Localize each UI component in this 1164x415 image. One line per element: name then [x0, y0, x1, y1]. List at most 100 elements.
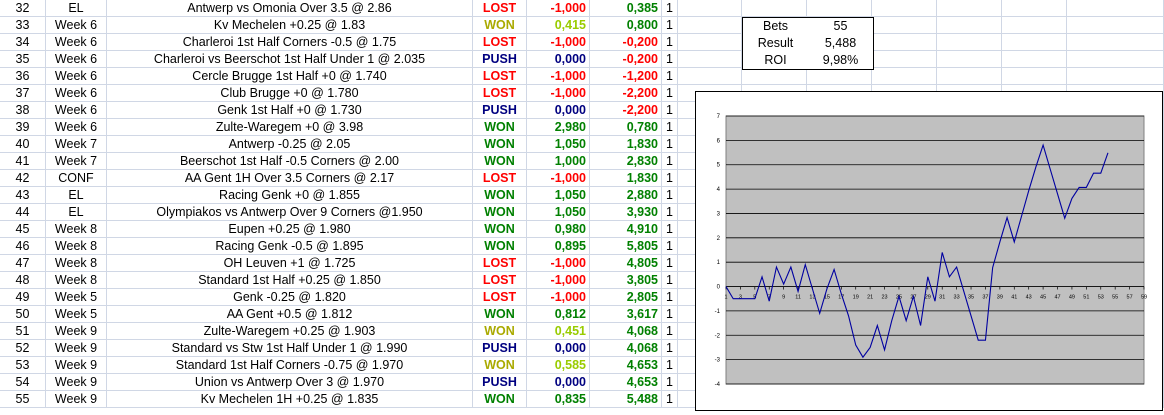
cell-comp[interactable]: EL: [46, 0, 107, 17]
cell-total[interactable]: 0,780: [590, 119, 662, 136]
cell-total[interactable]: -2,200: [590, 102, 662, 119]
cell-stake[interactable]: 1: [662, 340, 678, 357]
empty-cell[interactable]: [678, 0, 742, 17]
empty-cell[interactable]: [678, 17, 742, 34]
cell-stake[interactable]: 1: [662, 374, 678, 391]
cell-profit[interactable]: -1,000: [527, 289, 590, 306]
cell-stake[interactable]: 1: [662, 102, 678, 119]
cell-bet[interactable]: Zulte-Waregem +0.25 @ 1.903: [107, 323, 473, 340]
cell-profit[interactable]: 0,895: [527, 238, 590, 255]
cell-bet[interactable]: Genk -0.25 @ 1.820: [107, 289, 473, 306]
cell-res[interactable]: LOST: [473, 34, 527, 51]
cell-total[interactable]: 3,617: [590, 306, 662, 323]
cell-bet[interactable]: Beerschot 1st Half -0.5 Corners @ 2.00: [107, 153, 473, 170]
cell-total[interactable]: 5,488: [590, 391, 662, 408]
cell-comp[interactable]: Week 9: [46, 357, 107, 374]
cell-profit[interactable]: -1,000: [527, 255, 590, 272]
cell-total[interactable]: 4,653: [590, 374, 662, 391]
cell-bet[interactable]: AA Gent +0.5 @ 1.812: [107, 306, 473, 323]
cell-comp[interactable]: Week 8: [46, 272, 107, 289]
cell-profit[interactable]: 0,980: [527, 221, 590, 238]
cell-stake[interactable]: 1: [662, 153, 678, 170]
cell-profit[interactable]: 0,000: [527, 374, 590, 391]
cell-profit[interactable]: 1,050: [527, 187, 590, 204]
cell-comp[interactable]: Week 6: [46, 17, 107, 34]
empty-cell[interactable]: [1067, 51, 1164, 68]
empty-cell[interactable]: [937, 68, 1002, 85]
cell-profit[interactable]: 0,585: [527, 357, 590, 374]
cell-comp[interactable]: Week 6: [46, 85, 107, 102]
cell-profit[interactable]: -1,000: [527, 272, 590, 289]
cell-res[interactable]: WON: [473, 221, 527, 238]
cell-comp[interactable]: Week 9: [46, 340, 107, 357]
cell-n[interactable]: 35: [0, 51, 46, 68]
cell-n[interactable]: 50: [0, 306, 46, 323]
cell-total[interactable]: 5,805: [590, 238, 662, 255]
cell-n[interactable]: 37: [0, 85, 46, 102]
cell-comp[interactable]: Week 5: [46, 289, 107, 306]
cell-stake[interactable]: 1: [662, 17, 678, 34]
cell-total[interactable]: 4,910: [590, 221, 662, 238]
cell-comp[interactable]: EL: [46, 204, 107, 221]
cell-profit[interactable]: -1,000: [527, 0, 590, 17]
cell-total[interactable]: -2,200: [590, 85, 662, 102]
cell-total[interactable]: 1,830: [590, 136, 662, 153]
empty-cell[interactable]: [1067, 0, 1164, 17]
cell-total[interactable]: 1,830: [590, 170, 662, 187]
cell-stake[interactable]: 1: [662, 357, 678, 374]
cell-res[interactable]: WON: [473, 357, 527, 374]
cell-n[interactable]: 42: [0, 170, 46, 187]
cell-total[interactable]: -1,200: [590, 68, 662, 85]
cell-comp[interactable]: Week 6: [46, 102, 107, 119]
cell-res[interactable]: WON: [473, 204, 527, 221]
cell-comp[interactable]: Week 9: [46, 391, 107, 408]
empty-cell[interactable]: [1067, 34, 1164, 51]
cell-comp[interactable]: Week 8: [46, 238, 107, 255]
empty-cell[interactable]: [742, 68, 807, 85]
cell-res[interactable]: WON: [473, 136, 527, 153]
empty-cell[interactable]: [678, 34, 742, 51]
cell-comp[interactable]: EL: [46, 187, 107, 204]
cell-res[interactable]: PUSH: [473, 340, 527, 357]
cell-n[interactable]: 32: [0, 0, 46, 17]
cell-stake[interactable]: 1: [662, 51, 678, 68]
cell-n[interactable]: 36: [0, 68, 46, 85]
cell-res[interactable]: WON: [473, 391, 527, 408]
empty-cell[interactable]: [1002, 34, 1067, 51]
result-label[interactable]: Result: [743, 35, 808, 52]
cell-comp[interactable]: Week 9: [46, 323, 107, 340]
cell-bet[interactable]: Cercle Brugge 1st Half +0 @ 1.740: [107, 68, 473, 85]
cell-profit[interactable]: 0,415: [527, 17, 590, 34]
cell-stake[interactable]: 1: [662, 306, 678, 323]
cell-profit[interactable]: -1,000: [527, 85, 590, 102]
empty-cell[interactable]: [872, 34, 937, 51]
cell-profit[interactable]: 0,000: [527, 51, 590, 68]
cell-stake[interactable]: 1: [662, 0, 678, 17]
cell-bet[interactable]: Charleroi 1st Half Corners -0.5 @ 1.75: [107, 34, 473, 51]
cell-profit[interactable]: 0,000: [527, 102, 590, 119]
empty-cell[interactable]: [678, 68, 742, 85]
cell-res[interactable]: WON: [473, 187, 527, 204]
cell-stake[interactable]: 1: [662, 221, 678, 238]
cell-stake[interactable]: 1: [662, 204, 678, 221]
roi-value[interactable]: 9,98%: [808, 52, 873, 69]
cell-n[interactable]: 44: [0, 204, 46, 221]
cell-stake[interactable]: 1: [662, 238, 678, 255]
cell-n[interactable]: 43: [0, 187, 46, 204]
cell-n[interactable]: 39: [0, 119, 46, 136]
cell-bet[interactable]: Antwerp -0.25 @ 2.05: [107, 136, 473, 153]
cell-bet[interactable]: OH Leuven +1 @ 1.725: [107, 255, 473, 272]
cell-bet[interactable]: Standard vs Stw 1st Half Under 1 @ 1.990: [107, 340, 473, 357]
cell-total[interactable]: 2,805: [590, 289, 662, 306]
empty-cell[interactable]: [937, 51, 1002, 68]
cell-n[interactable]: 40: [0, 136, 46, 153]
cell-bet[interactable]: Standard 1st Half +0.25 @ 1.850: [107, 272, 473, 289]
cell-n[interactable]: 54: [0, 374, 46, 391]
cell-comp[interactable]: Week 8: [46, 255, 107, 272]
cell-res[interactable]: LOST: [473, 0, 527, 17]
cell-n[interactable]: 55: [0, 391, 46, 408]
cell-res[interactable]: WON: [473, 306, 527, 323]
cell-comp[interactable]: CONF: [46, 170, 107, 187]
empty-cell[interactable]: [872, 17, 937, 34]
cell-comp[interactable]: Week 8: [46, 221, 107, 238]
